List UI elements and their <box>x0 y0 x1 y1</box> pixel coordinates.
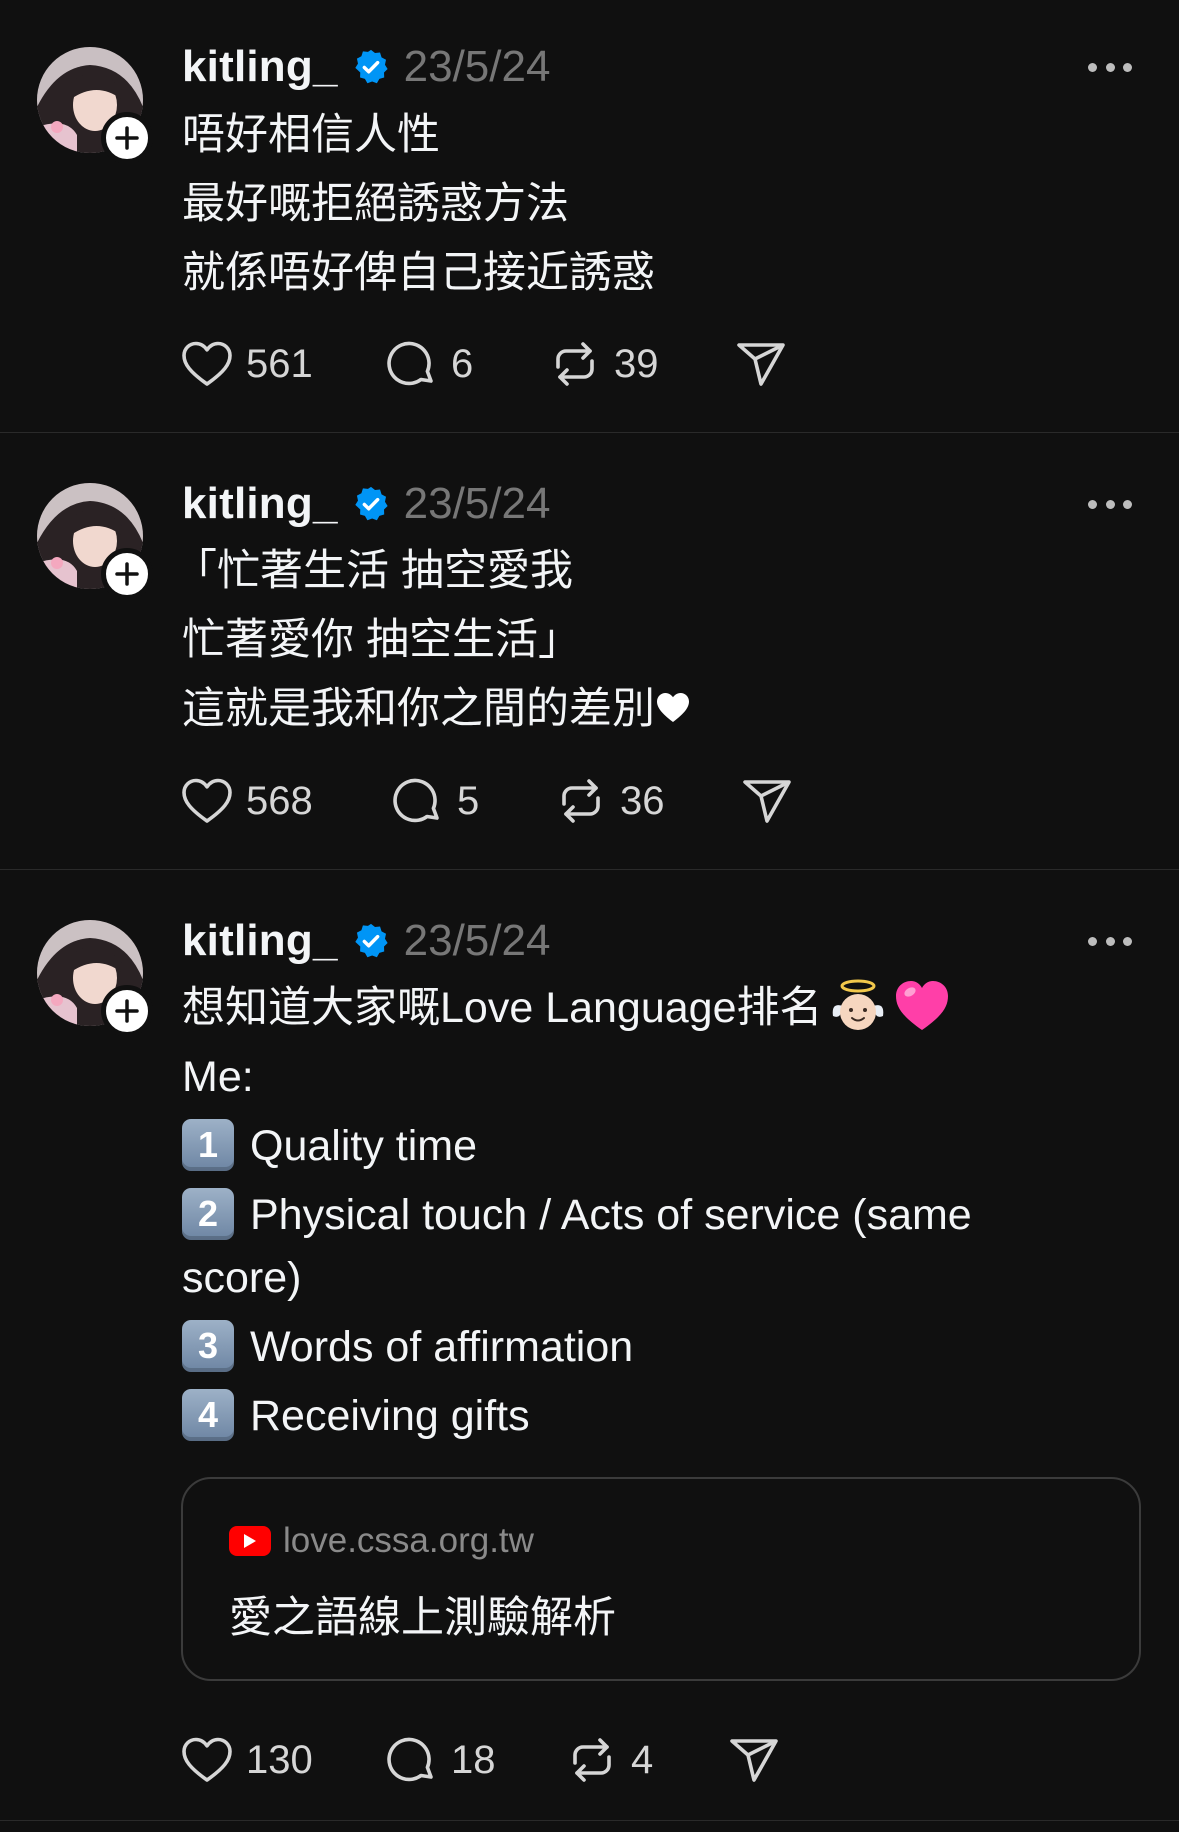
keycap-3-icon: 3 <box>182 1319 234 1372</box>
ranking-item: Physical touch / Acts of service (same s… <box>182 1191 972 1302</box>
post-line: 想知道大家嘅Love Language排名 <box>182 984 823 1032</box>
more-options-icon[interactable] <box>1088 494 1132 514</box>
repost-button[interactable]: 39 <box>548 336 659 392</box>
post-line: 這就是我和你之間的差別 <box>182 685 655 733</box>
username[interactable]: kitling_ <box>182 42 338 92</box>
pink-heart-emoji-icon <box>895 980 948 1030</box>
like-button[interactable]: 568 <box>180 773 313 829</box>
keycap-2-icon: 2 <box>182 1187 234 1240</box>
share-button[interactable] <box>739 773 793 829</box>
verified-badge-icon <box>354 923 388 958</box>
follow-plus-icon[interactable] <box>101 985 153 1037</box>
reply-icon <box>393 778 439 823</box>
repost-button[interactable]: 36 <box>554 773 665 829</box>
link-title: 愛之語線上測驗解析 <box>229 1594 616 1642</box>
post-line: 「忙著生活 抽空愛我 <box>174 547 573 595</box>
like-count: 561 <box>246 341 313 386</box>
reply-count: 6 <box>451 341 474 386</box>
keycap-1-icon: 1 <box>182 1118 234 1171</box>
share-icon <box>743 780 791 823</box>
heart-icon <box>182 341 232 386</box>
reply-button[interactable]: 6 <box>385 336 473 392</box>
keycap-4-icon: 4 <box>182 1388 234 1441</box>
verified-badge-icon <box>354 486 388 521</box>
reply-icon <box>387 341 433 386</box>
link-domain: love.cssa.org.tw <box>283 1521 534 1560</box>
repost-count: 36 <box>620 778 665 823</box>
post-divider <box>0 1820 1179 1821</box>
post-line: 就係唔好俾自己接近誘惑 <box>182 249 655 297</box>
repost-count: 39 <box>614 341 659 386</box>
username[interactable]: kitling_ <box>182 916 338 966</box>
reply-count: 5 <box>457 778 480 823</box>
share-icon <box>730 1739 778 1782</box>
follow-plus-icon[interactable] <box>101 548 153 600</box>
like-button[interactable]: 130 <box>180 1732 313 1788</box>
repost-icon <box>562 779 600 823</box>
post-line: 最好嘅拒絕誘惑方法 <box>182 180 569 228</box>
reply-button[interactable]: 5 <box>391 773 479 829</box>
post-line: Me: <box>182 1053 254 1101</box>
like-count: 130 <box>246 1737 313 1782</box>
reply-count: 18 <box>451 1737 496 1782</box>
post-line: 唔好相信人性 <box>182 111 440 159</box>
heart-icon <box>182 1737 232 1782</box>
more-options-icon[interactable] <box>1088 57 1132 77</box>
heart-icon <box>182 778 232 823</box>
like-count: 568 <box>246 778 313 823</box>
ranking-item: Receiving gifts <box>250 1392 530 1440</box>
ranking-item: Quality time <box>250 1122 478 1170</box>
post-text: 唔好相信人性 最好嘅拒絕誘惑方法 就係唔好俾自己接近誘惑 <box>182 101 1062 308</box>
share-button[interactable] <box>733 336 787 392</box>
more-options-icon[interactable] <box>1088 931 1132 951</box>
verified-badge-icon <box>354 49 388 84</box>
repost-icon <box>556 342 594 386</box>
post-line: 忙著愛你 抽空生活」 <box>182 616 581 664</box>
repost-count: 4 <box>631 1737 654 1782</box>
repost-button[interactable]: 4 <box>565 1732 653 1788</box>
post-date: 23/5/24 <box>403 916 551 965</box>
share-button[interactable] <box>726 1732 780 1788</box>
thread-post-2[interactable]: kitling_ 23/5/24 「忙著生活 抽空愛我 忙著愛你 抽空生活」 這… <box>0 433 1179 869</box>
like-button[interactable]: 561 <box>180 336 313 392</box>
post-date: 23/5/24 <box>403 479 551 528</box>
youtube-icon <box>229 1526 271 1556</box>
username[interactable]: kitling_ <box>182 479 338 529</box>
reply-button[interactable]: 18 <box>385 1732 496 1788</box>
ranking-item: Words of affirmation <box>250 1323 634 1371</box>
reply-icon <box>387 1737 433 1782</box>
white-heart-emoji-icon <box>657 692 689 722</box>
link-preview-card[interactable]: love.cssa.org.tw 愛之語線上測驗解析 <box>181 1477 1141 1681</box>
post-text: 想知道大家嘅Love Language排名 Me: 1 Quality time … <box>182 974 1052 1451</box>
post-text: 「忙著生活 抽空愛我 忙著愛你 抽空生活」 這就是我和你之間的差別 <box>174 537 1062 744</box>
thread-post-1[interactable]: kitling_ 23/5/24 唔好相信人性 最好嘅拒絕誘惑方法 就係唔好俾自… <box>0 0 1179 432</box>
thread-post-3[interactable]: kitling_ 23/5/24 想知道大家嘅Love Language排名 M… <box>0 870 1179 1820</box>
angel-emoji-icon <box>832 979 883 1030</box>
repost-icon <box>573 1738 611 1782</box>
follow-plus-icon[interactable] <box>101 112 153 164</box>
post-date: 23/5/24 <box>403 42 551 91</box>
share-icon <box>737 343 785 386</box>
